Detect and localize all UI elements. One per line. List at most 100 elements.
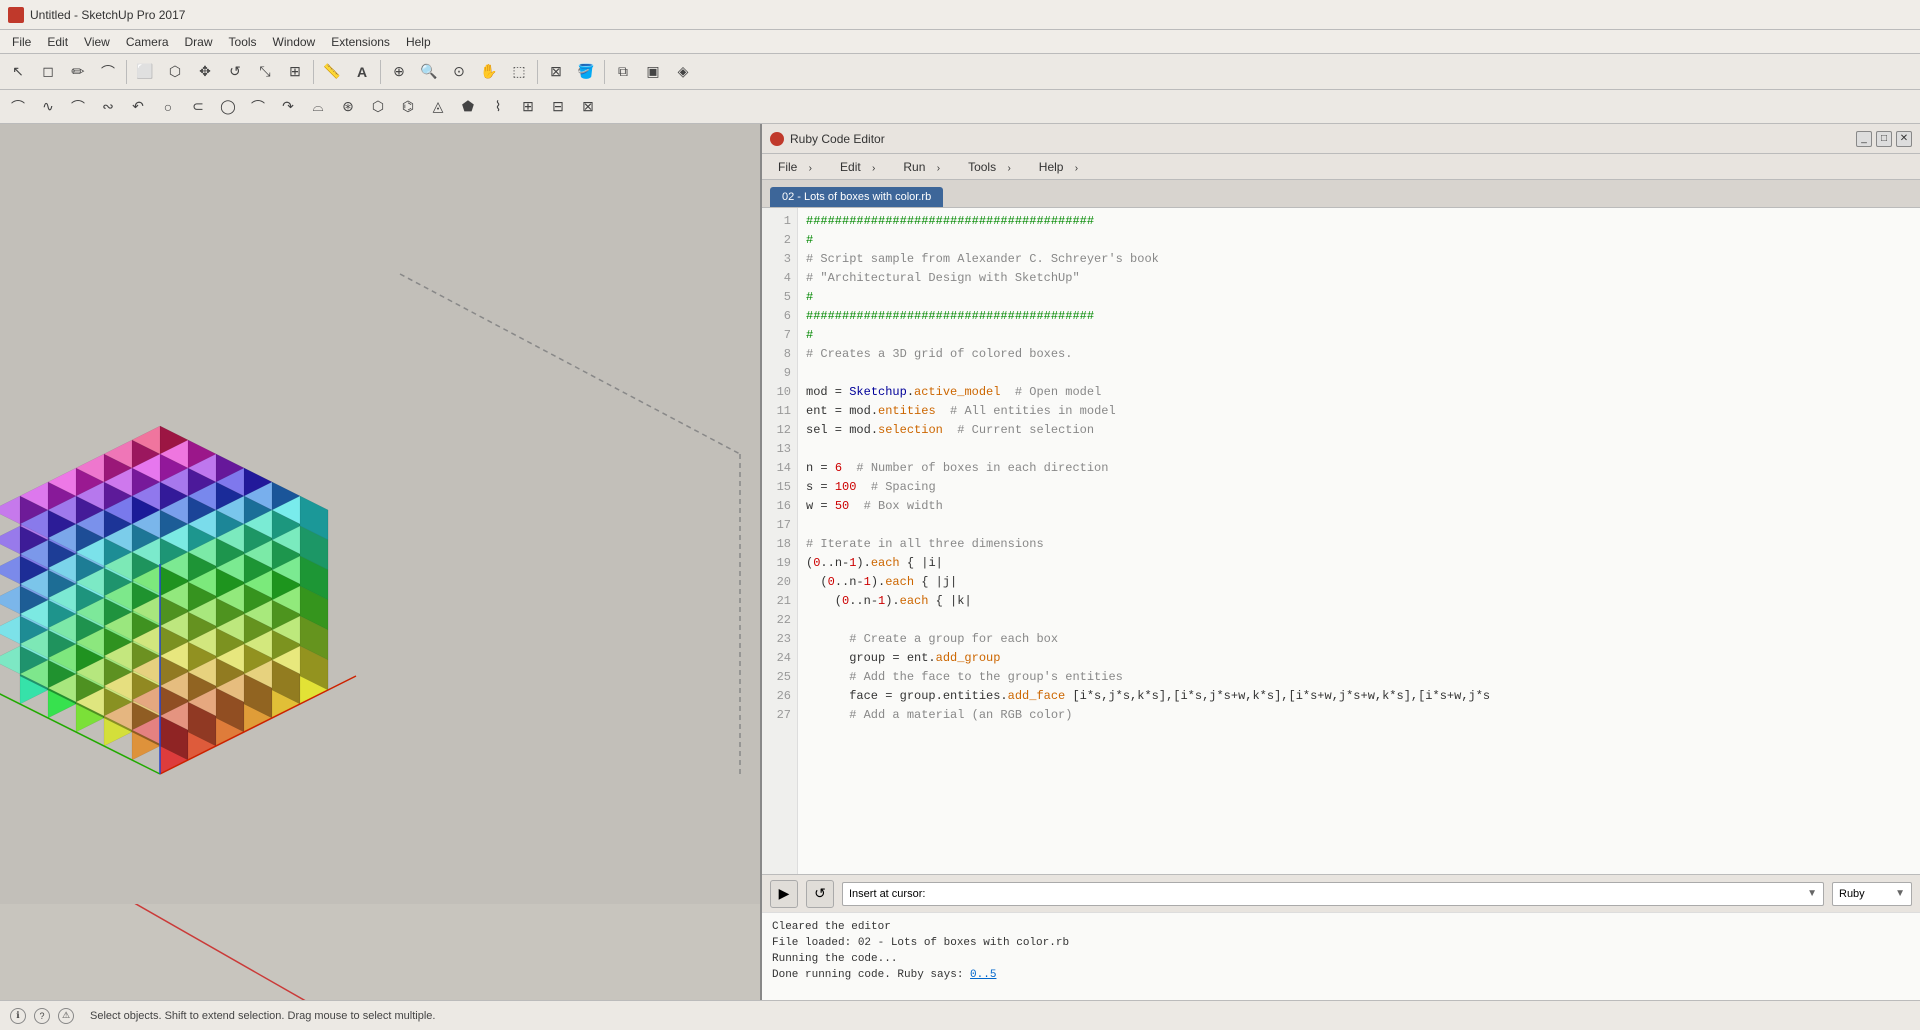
- code-content[interactable]: ########################################…: [798, 208, 1920, 874]
- tool2-19[interactable]: ⊟: [544, 93, 572, 121]
- tool2-15[interactable]: ◬: [424, 93, 452, 121]
- editor-menu-run[interactable]: Run ›: [895, 158, 956, 176]
- menu-edit[interactable]: Edit: [39, 33, 76, 51]
- tool-select[interactable]: ↖: [4, 58, 32, 86]
- menu-draw[interactable]: Draw: [177, 33, 221, 51]
- editor-menu-tools[interactable]: Tools ›: [960, 158, 1027, 176]
- editor-tab-bar: 02 - Lots of boxes with color.rb: [762, 180, 1920, 208]
- tool-section[interactable]: ⊠: [542, 58, 570, 86]
- editor-title-text: Ruby Code Editor: [790, 132, 885, 146]
- tool-paint[interactable]: 🪣: [572, 58, 600, 86]
- toolbar-1: ↖ ◻ ✏ ⌒ ⬜ ⬡ ✥ ↺ ⤡ ⊞ 📏 A ⊕ 🔍 ⊙ ✋ ⬚ ⊠ 🪣 ⧉ …: [0, 54, 1920, 90]
- tool-zoom-ext[interactable]: ⬚: [505, 58, 533, 86]
- editor-menu-file[interactable]: File ›: [770, 158, 828, 176]
- tool-axes[interactable]: ⊕: [385, 58, 413, 86]
- tool2-4[interactable]: ∾: [94, 93, 122, 121]
- toolbar-sep-1: [126, 60, 127, 84]
- editor-close-btn[interactable]: ✕: [1896, 131, 1912, 147]
- tool2-12[interactable]: ⊛: [334, 93, 362, 121]
- tool-tape[interactable]: 📏: [318, 58, 346, 86]
- help-arrow: ›: [1067, 161, 1086, 176]
- tool2-1[interactable]: ⌒: [4, 93, 32, 121]
- editor-menu-edit[interactable]: Edit ›: [832, 158, 891, 176]
- undo-button[interactable]: ↺: [806, 880, 834, 908]
- main-menu-bar: File Edit View Camera Draw Tools Window …: [0, 30, 1920, 54]
- tool-arc[interactable]: ⌒: [94, 58, 122, 86]
- tool-eraser[interactable]: ◻: [34, 58, 62, 86]
- tool-pushpull[interactable]: ⬡: [161, 58, 189, 86]
- tool-comp[interactable]: ⧉: [609, 58, 637, 86]
- menu-extensions[interactable]: Extensions: [323, 33, 398, 51]
- tool-scale[interactable]: ⤡: [251, 58, 279, 86]
- tool-offset[interactable]: ⊞: [281, 58, 309, 86]
- code-area[interactable]: 1234567891011121314151617181920212223242…: [762, 208, 1920, 874]
- tool-solid[interactable]: ◈: [669, 58, 697, 86]
- tool2-14[interactable]: ⌬: [394, 93, 422, 121]
- output-prefix: Done running code. Ruby says:: [772, 969, 970, 981]
- lang-dropdown-arrow[interactable]: ▼: [1895, 888, 1905, 899]
- tool2-10[interactable]: ↷: [274, 93, 302, 121]
- output-link[interactable]: 0..5: [970, 969, 996, 981]
- tool2-9[interactable]: ⌒: [244, 93, 272, 121]
- sketchup-viewport[interactable]: .c-top { opacity: 1; } .c-left { opacity…: [0, 124, 760, 1000]
- tool-rotate[interactable]: ↺: [221, 58, 249, 86]
- toolbar-sep-4: [537, 60, 538, 84]
- output-line-1: Cleared the editor: [772, 919, 1910, 935]
- toolbar-2: ⌒ ∿ ⌒ ∾ ↶ ○ ⊂ ◯ ⌒ ↷ ⌓ ⊛ ⬡ ⌬ ◬ ⬟ ⌇ ⊞ ⊟ ⊠: [0, 90, 1920, 124]
- tool2-2[interactable]: ∿: [34, 93, 62, 121]
- editor-window-controls: _ □ ✕: [1856, 131, 1912, 147]
- editor-minimize-btn[interactable]: _: [1856, 131, 1872, 147]
- status-text: Select objects. Shift to extend selectio…: [90, 1010, 435, 1022]
- insert-label: Insert at cursor:: [849, 888, 925, 900]
- tool2-18[interactable]: ⊞: [514, 93, 542, 121]
- tool-group[interactable]: ▣: [639, 58, 667, 86]
- menu-help[interactable]: Help: [398, 33, 439, 51]
- editor-tab-active[interactable]: 02 - Lots of boxes with color.rb: [770, 187, 943, 207]
- editor-restore-btn[interactable]: □: [1876, 131, 1892, 147]
- language-label: Ruby: [1839, 888, 1865, 900]
- tool2-11[interactable]: ⌓: [304, 93, 332, 121]
- tool-move[interactable]: ✥: [191, 58, 219, 86]
- ruby-icon: [770, 132, 784, 146]
- app-title-bar: Untitled - SketchUp Pro 2017: [0, 0, 1920, 30]
- tool2-7[interactable]: ⊂: [184, 93, 212, 121]
- editor-menu-help[interactable]: Help ›: [1031, 158, 1094, 176]
- insert-at-cursor-field[interactable]: Insert at cursor: ▼: [842, 882, 1824, 906]
- editor-bottom-toolbar: ▶ ↺ Insert at cursor: ▼ Ruby ▼: [762, 874, 1920, 912]
- output-line-4: Done running code. Ruby says: 0..5: [772, 967, 1910, 983]
- menu-window[interactable]: Window: [265, 33, 324, 51]
- status-icon-warning[interactable]: ⚠: [58, 1008, 74, 1024]
- status-icon-info[interactable]: ℹ: [10, 1008, 26, 1024]
- tool-pan[interactable]: ✋: [475, 58, 503, 86]
- run-button[interactable]: ▶: [770, 880, 798, 908]
- tool2-6[interactable]: ○: [154, 93, 182, 121]
- menu-file[interactable]: File: [4, 33, 39, 51]
- status-icon-help[interactable]: ?: [34, 1008, 50, 1024]
- editor-title-left: Ruby Code Editor: [770, 132, 885, 146]
- tool-zoom[interactable]: 🔍: [415, 58, 443, 86]
- code-editor-panel: Ruby Code Editor _ □ ✕ File › Edit › Run…: [760, 124, 1920, 1000]
- language-selector[interactable]: Ruby ▼: [1832, 882, 1912, 906]
- app-title: Untitled - SketchUp Pro 2017: [30, 8, 185, 22]
- tool2-17[interactable]: ⌇: [484, 93, 512, 121]
- tool-shape[interactable]: ⬜: [131, 58, 159, 86]
- tool2-3[interactable]: ⌒: [64, 93, 92, 121]
- edit-arrow: ›: [864, 161, 883, 176]
- tool-text[interactable]: A: [348, 58, 376, 86]
- tool-orbit[interactable]: ⊙: [445, 58, 473, 86]
- menu-camera[interactable]: Camera: [118, 33, 177, 51]
- insert-dropdown-arrow[interactable]: ▼: [1807, 888, 1817, 899]
- output-line-3: Running the code...: [772, 951, 1910, 967]
- toolbar-sep-5: [604, 60, 605, 84]
- menu-tools[interactable]: Tools: [221, 33, 265, 51]
- status-icons: ℹ ? ⚠: [10, 1008, 74, 1024]
- app-icon: [8, 7, 24, 23]
- tool2-20[interactable]: ⊠: [574, 93, 602, 121]
- menu-view[interactable]: View: [76, 33, 118, 51]
- tool2-13[interactable]: ⬡: [364, 93, 392, 121]
- tool-pencil[interactable]: ✏: [64, 58, 92, 86]
- tool2-16[interactable]: ⬟: [454, 93, 482, 121]
- tool2-8[interactable]: ◯: [214, 93, 242, 121]
- output-console: Cleared the editor File loaded: 02 - Lot…: [762, 912, 1920, 1000]
- tool2-5[interactable]: ↶: [124, 93, 152, 121]
